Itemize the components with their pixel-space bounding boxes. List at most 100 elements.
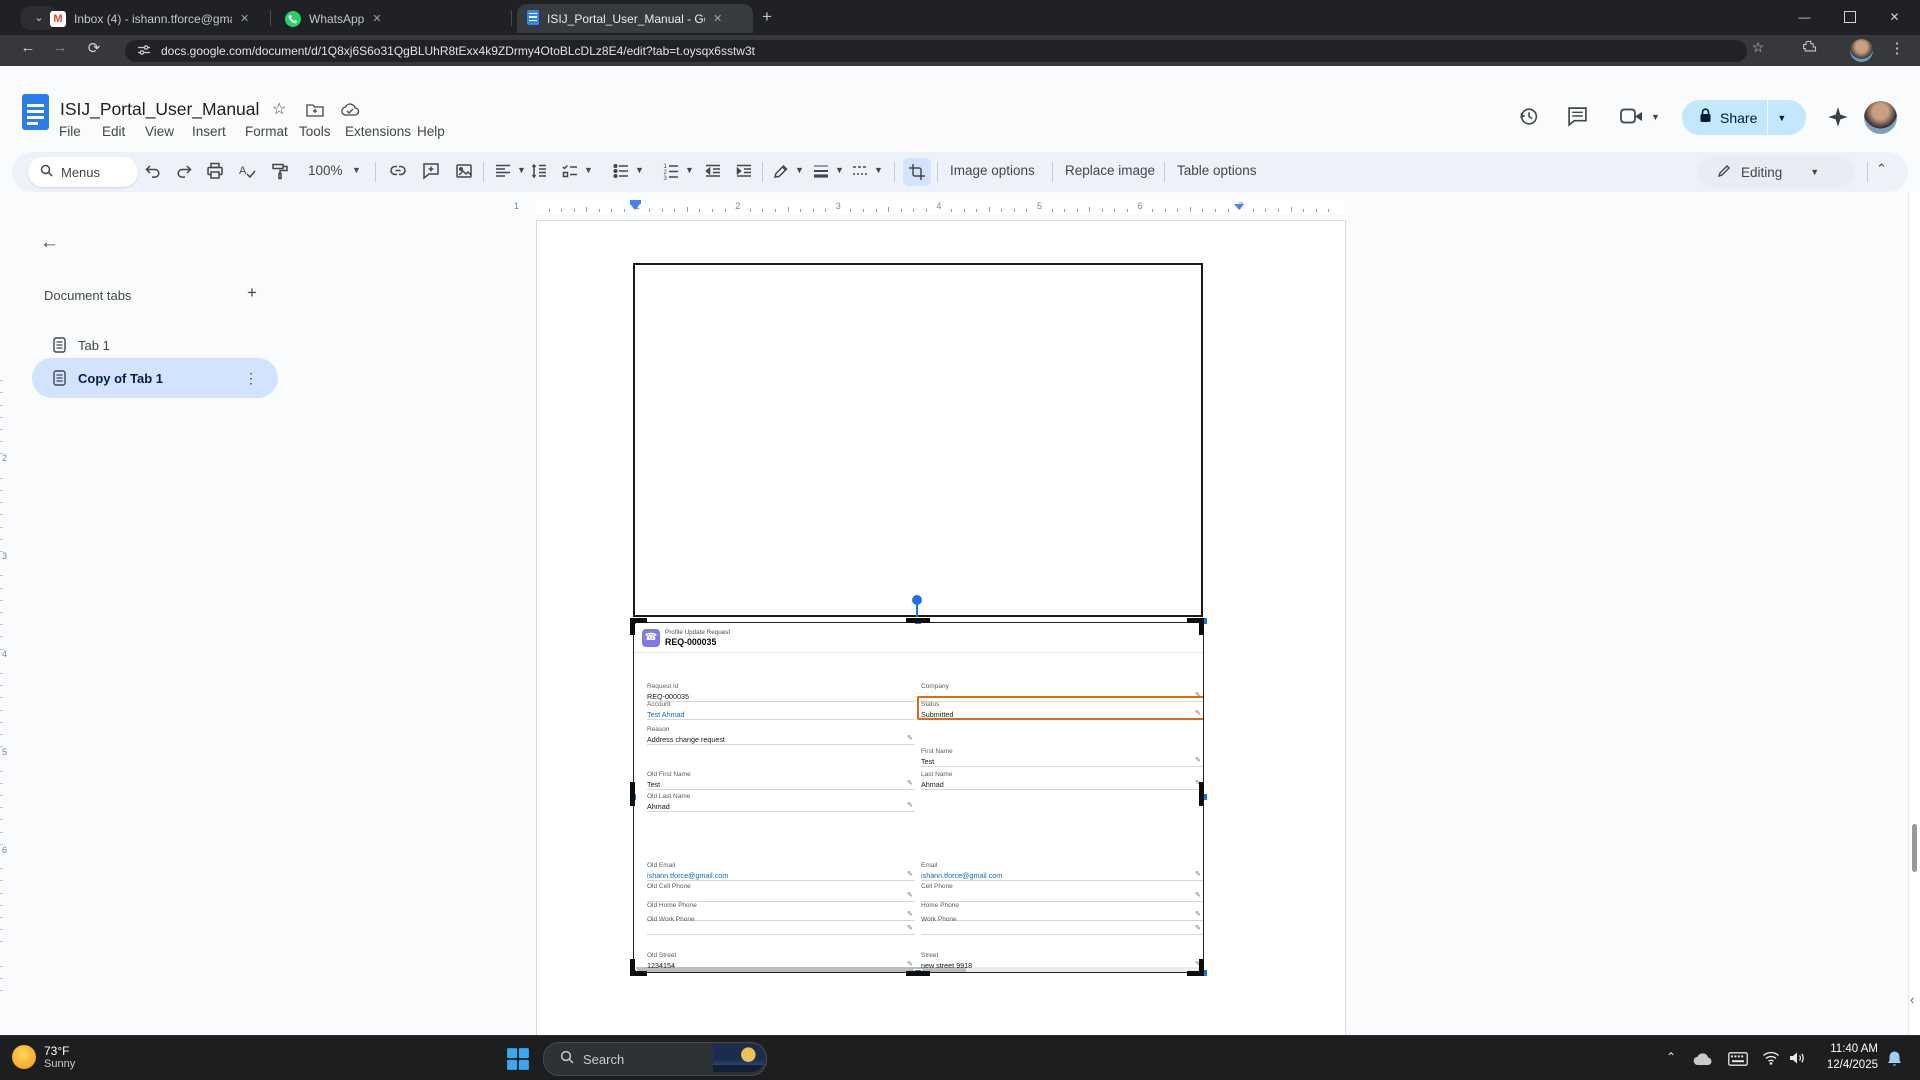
- print-icon[interactable]: [206, 162, 226, 182]
- browser-tab-1[interactable]: WhatsApp ✕: [275, 4, 507, 33]
- forward-button[interactable]: →: [48, 39, 72, 56]
- browser-menu-icon[interactable]: ⋮: [1885, 39, 1909, 57]
- dropdown-caret[interactable]: ▼: [874, 165, 883, 175]
- image-crop-handle[interactable]: [1199, 959, 1204, 976]
- side-panel-expand-chevron[interactable]: ‹: [1910, 992, 1914, 1007]
- collapse-toolbar-chevron[interactable]: ⌃: [1876, 161, 1887, 177]
- menu-insert[interactable]: Insert: [185, 122, 233, 141]
- taskbar-search[interactable]: Search: [543, 1042, 767, 1076]
- window-minimize-button[interactable]: —: [1782, 0, 1827, 34]
- gemini-sparkle-icon[interactable]: [1827, 106, 1849, 133]
- pen-edit-icon[interactable]: [772, 162, 792, 182]
- meet-video-icon[interactable]: [1620, 108, 1644, 130]
- onedrive-cloud-icon[interactable]: [1692, 1052, 1714, 1071]
- field-edit-pencil-icon[interactable]: ✎: [907, 779, 913, 787]
- image-crop-handle[interactable]: [1199, 782, 1204, 806]
- field-value-old-email[interactable]: ishann.tforce@gmail.com: [647, 871, 728, 880]
- field-edit-pencil-icon[interactable]: ✎: [1195, 924, 1201, 932]
- image-crop-handle[interactable]: [630, 959, 635, 976]
- volume-icon[interactable]: [1789, 1051, 1806, 1070]
- share-button[interactable]: Share ▼: [1682, 100, 1806, 135]
- clock-date[interactable]: 12/4/2025: [1812, 1059, 1878, 1071]
- field-edit-pencil-icon[interactable]: ✎: [1195, 891, 1201, 899]
- dropdown-caret[interactable]: ▼: [584, 165, 593, 175]
- image-crop-handle[interactable]: [906, 971, 930, 976]
- dropdown-caret[interactable]: ▼: [352, 165, 361, 175]
- sidebar-item-copy-of-tab-1[interactable]: Copy of Tab 1⋮: [32, 358, 278, 398]
- border-width-icon[interactable]: [812, 162, 832, 182]
- field-value-email[interactable]: ishann.tforce@gmail.com: [921, 871, 1002, 880]
- menu-view[interactable]: View: [138, 122, 181, 141]
- image-crop-handle[interactable]: [630, 782, 635, 806]
- tray-expand-chevron[interactable]: ⌃: [1666, 1050, 1676, 1064]
- dropdown-caret[interactable]: ▼: [795, 165, 804, 175]
- docs-logo-icon[interactable]: [22, 94, 49, 130]
- wifi-icon[interactable]: [1762, 1051, 1780, 1070]
- image-crop-handle[interactable]: [1199, 618, 1204, 635]
- extensions-icon[interactable]: [1797, 39, 1821, 58]
- left-indent-marker[interactable]: [630, 200, 641, 210]
- add-tab-button[interactable]: +: [247, 283, 257, 303]
- add-comment-icon[interactable]: [422, 162, 442, 182]
- menus-search-button[interactable]: Menus: [28, 157, 138, 187]
- new-tab-button[interactable]: +: [762, 7, 772, 27]
- image-crop-handle[interactable]: [906, 618, 930, 623]
- browser-tab-0[interactable]: M Inbox (4) - ishann.tforce@gmai ✕: [40, 4, 266, 33]
- field-edit-pencil-icon[interactable]: ✎: [907, 870, 913, 878]
- menu-tools[interactable]: Tools: [292, 122, 338, 141]
- touch-keyboard-icon[interactable]: [1728, 1052, 1748, 1071]
- dropdown-caret[interactable]: ▼: [517, 165, 526, 175]
- back-button[interactable]: ←: [16, 39, 40, 56]
- replace-image-button[interactable]: Replace image: [1065, 163, 1155, 178]
- selected-image-profile-update-request[interactable]: ☎ Profile Update Request REQ-000035 ∨ Ge…: [633, 622, 1204, 973]
- cloud-saved-icon[interactable]: [340, 103, 360, 122]
- field-edit-pencil-icon[interactable]: ✎: [907, 801, 913, 809]
- line-spacing-icon[interactable]: [530, 162, 550, 182]
- field-edit-pencil-icon[interactable]: ✎: [1195, 691, 1201, 699]
- search-daily-image[interactable]: [713, 1044, 765, 1072]
- doc-scrollbar-thumb[interactable]: [1912, 824, 1917, 872]
- horizontal-ruler[interactable]: 11234567: [0, 200, 1920, 215]
- field-edit-pencil-icon[interactable]: ✎: [907, 924, 913, 932]
- insert-link-icon[interactable]: [389, 162, 409, 182]
- dropdown-caret[interactable]: ▼: [635, 165, 644, 175]
- align-icon[interactable]: [494, 162, 514, 182]
- window-maximize-button[interactable]: [1827, 0, 1872, 34]
- reload-button[interactable]: ⟳: [82, 39, 106, 57]
- notifications-bell-icon[interactable]: [1886, 1050, 1903, 1072]
- field-edit-pencil-icon[interactable]: ✎: [907, 891, 913, 899]
- star-document-icon[interactable]: ☆: [272, 99, 286, 119]
- field-edit-pencil-icon[interactable]: ✎: [1195, 756, 1201, 764]
- right-indent-marker[interactable]: [1234, 204, 1244, 210]
- document-title[interactable]: ISIJ_Portal_User_Manual: [60, 99, 259, 120]
- browser-profile-avatar[interactable]: [1850, 39, 1873, 62]
- address-bar[interactable]: docs.google.com/document/d/1Q8xj6S6o31Qg…: [125, 40, 1747, 62]
- image-options-button[interactable]: Image options: [950, 163, 1035, 178]
- menu-format[interactable]: Format: [238, 122, 295, 141]
- account-avatar[interactable]: [1864, 101, 1897, 134]
- crop-image-icon[interactable]: [903, 158, 931, 186]
- increase-indent-icon[interactable]: [735, 162, 755, 182]
- image-crop-handle[interactable]: [630, 618, 635, 635]
- redo-icon[interactable]: [175, 162, 195, 182]
- share-dropdown-caret[interactable]: ▼: [1777, 113, 1786, 123]
- undo-icon[interactable]: [144, 162, 164, 182]
- image-rotate-handle-dot[interactable]: [912, 595, 922, 605]
- site-settings-icon[interactable]: [137, 43, 151, 60]
- clock-time[interactable]: 11:40 AM: [1812, 1043, 1878, 1055]
- checklist-icon[interactable]: [561, 162, 581, 182]
- menu-extensions[interactable]: Extensions: [338, 122, 418, 141]
- insert-image-icon[interactable]: [455, 162, 475, 182]
- dropdown-caret[interactable]: ▼: [835, 165, 844, 175]
- weather-widget[interactable]: 73°F Sunny: [12, 1044, 75, 1070]
- move-to-folder-icon[interactable]: [306, 103, 324, 122]
- field-value-account[interactable]: Test Ahmad: [647, 710, 685, 719]
- version-history-icon[interactable]: [1518, 106, 1539, 132]
- paint-format-icon[interactable]: [271, 162, 291, 182]
- tab-close-icon[interactable]: ✕: [372, 12, 381, 25]
- field-edit-pencil-icon[interactable]: ✎: [1195, 870, 1201, 878]
- menu-edit[interactable]: Edit: [95, 122, 132, 141]
- start-button[interactable]: [506, 1047, 530, 1076]
- tab-item-menu-icon[interactable]: ⋮: [244, 370, 258, 387]
- tab-close-icon[interactable]: ✕: [713, 12, 722, 25]
